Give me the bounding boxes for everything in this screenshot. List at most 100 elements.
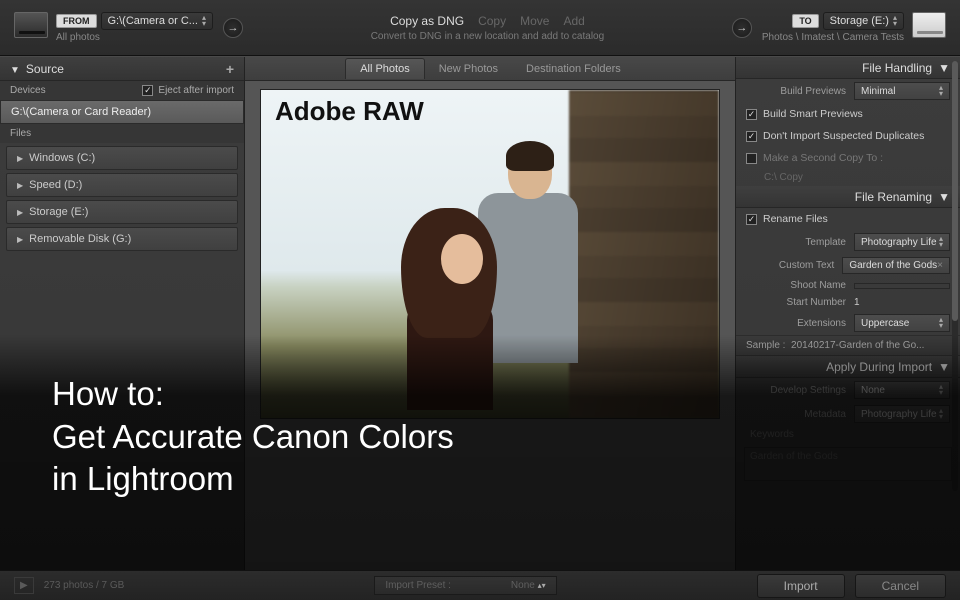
second-copy-check[interactable]: Make a Second Copy To : (736, 147, 960, 169)
updown-icon: ▴▾ (893, 15, 897, 27)
build-previews-label: Build Previews (780, 86, 846, 97)
to-dest-cluster: TO Storage (E:) ▴▾ Photos \ Imatest \ Ca… (762, 12, 946, 43)
apply-title: Apply During Import (826, 360, 932, 374)
start-number-value: 1 (854, 297, 950, 308)
tab-new-photos[interactable]: New Photos (425, 59, 512, 79)
chevron-right-icon: ▶ (17, 208, 23, 217)
updown-icon: ▴▾ (538, 583, 546, 589)
develop-settings-select[interactable]: None▴▾ (854, 381, 950, 399)
rename-files-check[interactable]: Rename Files (736, 208, 960, 230)
to-badge: TO (792, 14, 818, 28)
from-source-cluster: FROM G:\(Camera or C... ▴▾ All photos (14, 12, 213, 43)
tab-destination-folders[interactable]: Destination Folders (512, 59, 635, 79)
preview-tabs: All Photos New Photos Destination Folder… (245, 57, 735, 81)
checkbox-icon (746, 153, 757, 164)
rename-sample: Sample : 20140217-Garden of the Go... (736, 335, 960, 356)
card-reader-item[interactable]: G:\(Camera or Card Reader) (0, 100, 244, 124)
metadata-label: Metadata (804, 409, 846, 420)
to-path-select[interactable]: Storage (E:) ▴▾ (823, 12, 904, 30)
no-duplicates-check[interactable]: Don't Import Suspected Duplicates (736, 125, 960, 147)
chevron-right-icon: ▶ (17, 235, 23, 244)
extensions-label: Extensions (797, 318, 846, 329)
mode-copy-as-dng[interactable]: Copy as DNG (390, 14, 464, 28)
preview-photo[interactable]: Adobe RAW (260, 89, 720, 419)
eject-after-import-check[interactable]: Eject after import (142, 85, 234, 96)
nav-to-dest-button[interactable]: → (732, 18, 752, 38)
chevron-right-icon: ▶ (17, 154, 23, 163)
drive-item-d[interactable]: ▶ Speed (D:) (6, 173, 238, 197)
devices-label: Devices (10, 85, 46, 96)
drive-label: Storage (E:) (29, 206, 88, 218)
updown-icon: ▴▾ (202, 15, 206, 27)
smart-previews-label: Build Smart Previews (763, 108, 863, 120)
import-toolbar: FROM G:\(Camera or C... ▴▾ All photos → … (0, 0, 960, 56)
settings-panel: File Handling ▼ Build Previews Minimal▴▾… (735, 57, 960, 570)
eject-label: Eject after import (158, 85, 234, 96)
shoot-name-input[interactable] (854, 283, 950, 289)
checkbox-icon (746, 214, 757, 225)
template-label: Template (805, 237, 846, 248)
nav-forward-button[interactable]: → (223, 18, 243, 38)
scrollbar[interactable] (952, 61, 958, 491)
build-previews-select[interactable]: Minimal▴▾ (854, 82, 950, 100)
checkbox-icon (746, 131, 757, 142)
updown-icon: ▴▾ (939, 236, 943, 248)
mode-copy[interactable]: Copy (478, 14, 506, 28)
chevron-right-icon[interactable]: ▶ (14, 577, 34, 594)
drive-label: Speed (D:) (29, 179, 82, 191)
adobe-raw-label: Adobe RAW (275, 96, 424, 127)
checkbox-icon (142, 85, 153, 96)
develop-settings-label: Develop Settings (770, 385, 846, 396)
drive-item-c[interactable]: ▶Windows (C:) (6, 146, 238, 170)
template-select[interactable]: Photography Life▴▾ (854, 233, 950, 251)
shoot-name-label: Shoot Name (790, 280, 846, 291)
updown-icon: ▴▾ (939, 317, 943, 329)
mode-move[interactable]: Move (520, 14, 549, 28)
from-subtext: All photos (56, 32, 213, 43)
file-renaming-title: File Renaming (855, 190, 932, 204)
apply-during-import-header[interactable]: Apply During Import ▼ (736, 356, 960, 378)
to-path-text: Storage (E:) (830, 15, 889, 27)
source-panel-header[interactable]: ▼Source + (0, 57, 244, 81)
smart-previews-check[interactable]: Build Smart Previews (736, 103, 960, 125)
start-number-label: Start Number (787, 297, 846, 308)
import-mode-cluster: Copy as DNG Copy Move Add Convert to DNG… (253, 14, 722, 42)
file-handling-header[interactable]: File Handling ▼ (736, 57, 960, 79)
keywords-input[interactable]: Garden of the Gods (744, 447, 952, 481)
from-path-text: G:\(Camera or C... (108, 15, 198, 27)
import-button[interactable]: Import (757, 574, 845, 598)
chevron-down-icon: ▼ (938, 360, 950, 374)
mode-description: Convert to DNG in a new location and add… (253, 31, 722, 42)
source-drive-icon (14, 12, 48, 38)
custom-text-label: Custom Text (779, 260, 834, 271)
second-copy-label: Make a Second Copy To : (763, 152, 883, 164)
template-value: Photography Life (861, 237, 937, 248)
drive-label: Removable Disk (G:) (29, 233, 131, 245)
extensions-select[interactable]: Uppercase ▴▾ (854, 314, 950, 332)
drive-item-e[interactable]: ▶ Storage (E:) (6, 200, 238, 224)
import-preset-select[interactable]: Import Preset : None ▴▾ (374, 576, 556, 595)
mode-add[interactable]: Add (563, 14, 584, 28)
photo-preview-area: Adobe RAW (245, 81, 735, 570)
import-body: ▼Source + Devices Eject after import G:\… (0, 56, 960, 570)
file-renaming-header[interactable]: File Renaming ▼ (736, 186, 960, 208)
chevron-right-icon: ▶ (17, 181, 23, 190)
tab-all-photos[interactable]: All Photos (345, 58, 425, 79)
dest-drive-icon (912, 12, 946, 38)
from-path-select[interactable]: G:\(Camera or C... ▴▾ (101, 12, 213, 30)
updown-icon: ▴▾ (939, 85, 943, 97)
custom-text-input[interactable]: Garden of the Gods× (842, 257, 950, 274)
source-panel: ▼Source + Devices Eject after import G:\… (0, 57, 245, 570)
files-subheader: Files (0, 124, 244, 143)
add-source-button[interactable]: + (226, 61, 234, 77)
metadata-select[interactable]: Photography Life▴▾ (854, 405, 950, 423)
to-subtext: Photos \ Imatest \ Camera Tests (762, 32, 904, 43)
extensions-value: Uppercase (861, 318, 909, 329)
import-preset-label: Import Preset : (385, 580, 451, 591)
no-duplicates-label: Don't Import Suspected Duplicates (763, 130, 924, 142)
import-footer: ▶ 273 photos / 7 GB Import Preset : None… (0, 570, 960, 600)
cancel-button[interactable]: Cancel (855, 574, 946, 598)
source-title: Source (26, 62, 64, 76)
keywords-value: Garden of the Gods (750, 451, 838, 462)
drive-item-g[interactable]: ▶ Removable Disk (G:) (6, 227, 238, 251)
